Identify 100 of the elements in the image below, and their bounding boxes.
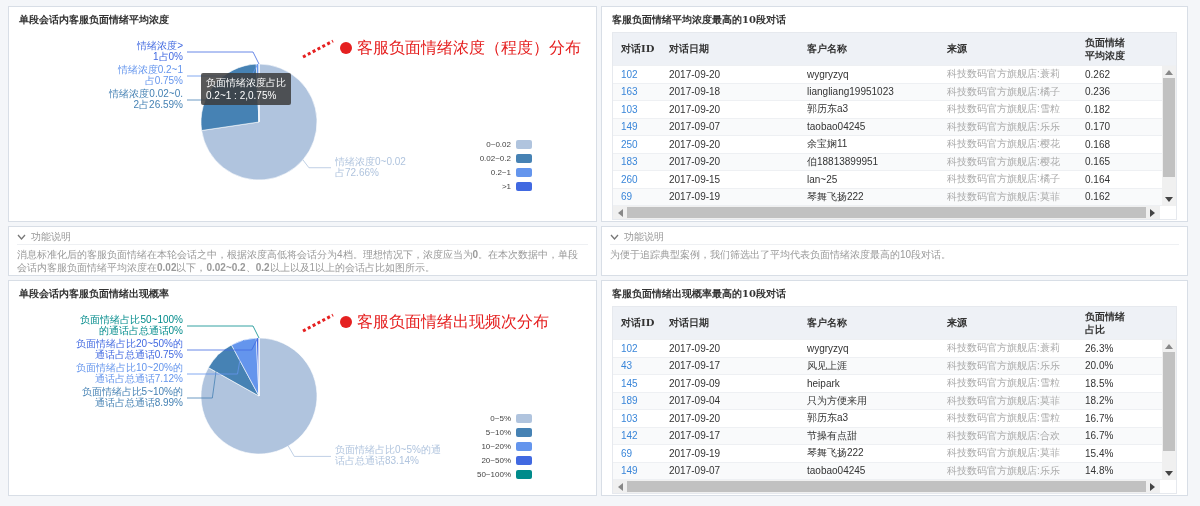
legend-label: 50~100%: [476, 470, 511, 479]
table-cell-text: liangliang19951023: [806, 86, 895, 98]
column-header: 负面情绪平均浓度: [1084, 36, 1126, 62]
legend-label: 5~10%: [485, 428, 511, 437]
table-cell-text: 科技数码官方旗舰店:乐乐: [946, 463, 1061, 478]
table-cell-text: 15.4%: [1084, 447, 1115, 459]
column-header: 对话日期: [668, 316, 710, 330]
table-cell-text: 科技数码官方旗舰店:蓑莉: [946, 341, 1061, 356]
table-cell-text: 2017-09-19: [668, 191, 722, 203]
legend-label: 0~0.02: [486, 140, 511, 149]
chart-title: 单段会话内客服负面情绪平均浓度: [19, 13, 170, 27]
table-cell-text: 郭历东a3: [806, 102, 850, 117]
table-cell-text: 2017-09-07: [668, 465, 722, 477]
legend-label: 0.02~0.2: [479, 154, 511, 163]
table-cell-text: taobao04245: [806, 465, 867, 477]
table-cell-text: 16.7%: [1084, 430, 1115, 442]
table-cell-text: 2017-09-18: [668, 86, 722, 98]
column-header: 负面情绪占比: [1084, 310, 1126, 336]
table-cell-text: 琴舞飞扬222: [806, 446, 865, 461]
description-text: 为便于追踪典型案例，我们筛选出了平均代表负面情绪浓度最高的10段对话。: [610, 248, 953, 261]
table-cell-text: 2017-09-17: [668, 430, 722, 442]
table-cell-text: lan~25: [806, 173, 839, 185]
table-cell-text: 2017-09-09: [668, 377, 722, 389]
legend-label: 10~20%: [481, 442, 511, 451]
table-cell-text: 2017-09-07: [668, 121, 722, 133]
annotation-text: 客服负面情绪浓度（程度）分布: [357, 37, 581, 58]
table-cell-text: 2017-09-17: [668, 360, 722, 372]
table-cell-text: 0.165: [1084, 156, 1112, 168]
table-cell-text: 科技数码官方旗舰店:雪粒: [946, 376, 1061, 391]
table-cell-text: 节操有点甜: [806, 428, 858, 443]
table-cell-text: 18.5%: [1084, 377, 1115, 389]
slice-label: 负面情绪占比0~5%的通话占总通话83.14%: [335, 444, 442, 467]
table-title: 客服负面情绪出现概率最高的10段对话: [612, 287, 787, 301]
column-header: 来源: [946, 42, 968, 56]
slice-label: 负面情绪占比5~10%的通话占总通话8.99%: [80, 386, 183, 408]
slice-label: 情绪浓度0.2~1占0.75%: [117, 64, 183, 86]
slice-label: 负面情绪占比10~20%的通话占总通话7.12%: [75, 362, 183, 384]
legend-label: 0~5%: [490, 414, 511, 423]
table-cell-text: 16.7%: [1084, 412, 1115, 424]
table-cell-text: 伯18813899951: [806, 154, 880, 169]
column-header: 客户名称: [806, 42, 848, 56]
table-cell-text: 科技数码官方旗舰店:蓑莉: [946, 67, 1061, 82]
table-cell-text: 风见上涯: [806, 358, 848, 373]
table-cell-text: 科技数码官方旗舰店:橘子: [946, 84, 1061, 99]
table-cell-text: 琴舞飞扬222: [806, 189, 865, 204]
table-cell-text: 0.164: [1084, 173, 1112, 185]
table-cell-text: 0.170: [1084, 121, 1112, 133]
table-title: 客服负面情绪平均浓度最高的10段对话: [612, 13, 787, 27]
table-cell-text: 科技数码官方旗舰店:雪粒: [946, 411, 1061, 426]
table-cell-text: 只为方便来用: [806, 393, 868, 408]
table-cell-text: heipark: [806, 377, 841, 389]
legend-label: 20~50%: [481, 456, 511, 465]
slice-label: 情绪浓度>1占0%: [136, 40, 183, 62]
table-cell-text: 科技数码官方旗舰店:莫菲: [946, 446, 1061, 461]
table-cell-text: 2017-09-20: [668, 156, 722, 168]
table-cell-text: 0.168: [1084, 138, 1112, 150]
tooltip-title: 负面情绪浓度占比: [206, 76, 286, 89]
table-cell-text: 2017-09-20: [668, 103, 722, 115]
legend-label: 0.2~1: [490, 168, 511, 177]
table-cell-text: 2017-09-04: [668, 395, 722, 407]
table-cell-text: 2017-09-20: [668, 138, 722, 150]
table-cell-text: 科技数码官方旗舰店:莫菲: [946, 189, 1061, 204]
table-cell-text: 郭历东a3: [806, 411, 850, 426]
slice-label: 情绪浓度0~0.02占72.66%: [335, 155, 407, 178]
slice-label: 负面情绪占比50~100%的通话占总通话0%: [79, 314, 183, 336]
table-cell-text: 科技数码官方旗舰店:樱花: [946, 137, 1061, 152]
table-cell-text: 0.162: [1084, 191, 1112, 203]
table-cell-text: 2017-09-20: [668, 412, 722, 424]
table-cell-text: 科技数码官方旗舰店:乐乐: [946, 358, 1061, 373]
chart-title: 单段会话内客服负面情绪出现概率: [19, 287, 170, 301]
column-header: 对话日期: [668, 42, 710, 56]
table-cell-text: 科技数码官方旗舰店:樱花: [946, 154, 1061, 169]
table-cell-text: 2017-09-20: [668, 342, 722, 354]
table-cell-text: 26.3%: [1084, 342, 1115, 354]
column-header: 来源: [946, 316, 968, 330]
slice-label: 负面情绪占比20~50%的通话占总通话0.75%: [75, 338, 183, 360]
column-header: 对话ID: [620, 316, 656, 330]
description-text: 消息标准化后的客服负面情绪在本轮会话之中，根据浓度高低将会话分为4档。理想情况下，浓度应当为0。在本次数据中，单段会话内客服负面情绪平均浓度在0.02以下，0.02~0.2、0.2以上以及1以上的会话占比如图所示。: [17, 248, 580, 274]
table-cell-text: 2017-09-20: [668, 68, 722, 80]
annotation-text: 客服负面情绪出现频次分布: [357, 311, 549, 332]
table-cell-text: 科技数码官方旗舰店:乐乐: [946, 119, 1061, 134]
table-cell-text: 2017-09-15: [668, 173, 722, 185]
slice-label: 情绪浓度0.02~0.2占26.59%: [108, 88, 183, 110]
table-cell-text: 0.182: [1084, 103, 1112, 115]
table-cell-text: 科技数码官方旗舰店:合欢: [946, 428, 1061, 443]
table-cell-text: wygryzyq: [806, 68, 850, 80]
table-cell-text: 科技数码官方旗舰店:莫菲: [946, 393, 1061, 408]
table-cell-text: 2017-09-19: [668, 447, 722, 459]
legend-label: >1: [501, 182, 511, 191]
table-cell-text: 14.8%: [1084, 465, 1115, 477]
table-cell-text: 余宝娴11: [806, 137, 849, 152]
table-cell-text: 20.0%: [1084, 360, 1115, 372]
table-cell-text: 科技数码官方旗舰店:雪粒: [946, 102, 1061, 117]
table-cell-text: taobao04245: [806, 121, 867, 133]
table-cell-text: wygryzyq: [806, 342, 850, 354]
table-cell-text: 科技数码官方旗舰店:橘子: [946, 172, 1061, 187]
table-cell-text: 0.236: [1084, 86, 1112, 98]
table-cell-text: 18.2%: [1084, 395, 1115, 407]
table-cell-text: 0.262: [1084, 68, 1112, 80]
column-header: 对话ID: [620, 42, 656, 56]
